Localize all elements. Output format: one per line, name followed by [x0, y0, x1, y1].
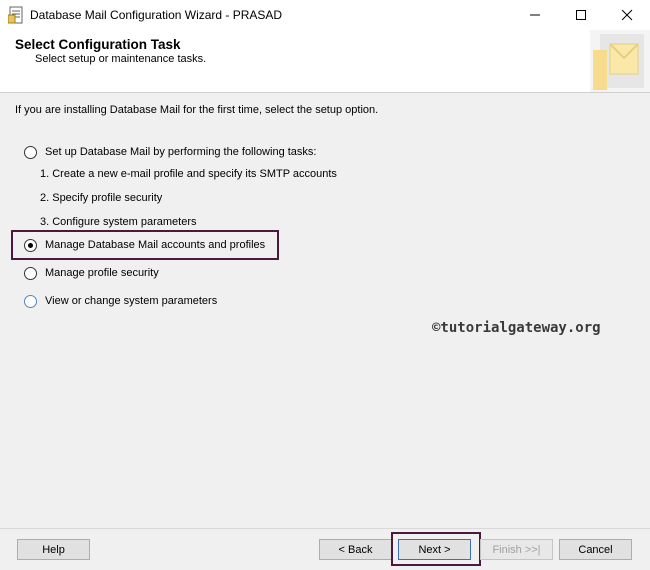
- manage-accounts-option[interactable]: Manage Database Mail accounts and profil…: [24, 237, 265, 253]
- wizard-header: Select Configuration Task Select setup o…: [0, 30, 650, 93]
- system-parameters-radio[interactable]: [24, 294, 37, 308]
- manage-accounts-label: Manage Database Mail accounts and profil…: [45, 239, 266, 251]
- help-button[interactable]: Help: [17, 539, 90, 560]
- setup-step-2: 2. Specify profile security: [40, 192, 163, 204]
- bottom-divider: [0, 528, 650, 529]
- setup-step-1: 1. Create a new e-mail profile and speci…: [40, 168, 337, 180]
- manage-security-label: Manage profile security: [45, 267, 159, 279]
- manage-security-radio[interactable]: [24, 266, 37, 280]
- wizard-banner-icon: [590, 30, 650, 92]
- finish-button[interactable]: Finish >>|: [480, 539, 553, 560]
- wizard-app-icon: [8, 6, 23, 24]
- back-button[interactable]: < Back: [319, 539, 392, 560]
- minimize-icon: [530, 14, 540, 16]
- maximize-icon: [576, 10, 586, 20]
- system-parameters-option[interactable]: View or change system parameters: [24, 293, 217, 309]
- setup-option-label: Set up Database Mail by performing the f…: [45, 146, 317, 158]
- page-subtitle: Select setup or maintenance tasks.: [35, 53, 207, 65]
- system-parameters-label: View or change system parameters: [45, 295, 218, 307]
- manage-accounts-radio[interactable]: [24, 238, 37, 252]
- cancel-button[interactable]: Cancel: [559, 539, 632, 560]
- setup-step-3: 3. Configure system parameters: [40, 216, 197, 228]
- watermark: ©tutorialgateway.org: [432, 320, 601, 336]
- intro-text: If you are installing Database Mail for …: [15, 104, 379, 116]
- setup-radio[interactable]: [24, 145, 37, 159]
- page-title: Select Configuration Task: [15, 37, 181, 52]
- manage-security-option[interactable]: Manage profile security: [24, 265, 159, 281]
- setup-option[interactable]: Set up Database Mail by performing the f…: [24, 144, 316, 160]
- close-button[interactable]: [604, 0, 650, 30]
- next-button[interactable]: Next >: [398, 539, 471, 560]
- title-bar: Database Mail Configuration Wizard - PRA…: [0, 0, 650, 30]
- maximize-button[interactable]: [558, 0, 604, 30]
- minimize-button[interactable]: [512, 0, 558, 30]
- window-title: Database Mail Configuration Wizard - PRA…: [30, 8, 283, 22]
- close-icon: [621, 9, 633, 21]
